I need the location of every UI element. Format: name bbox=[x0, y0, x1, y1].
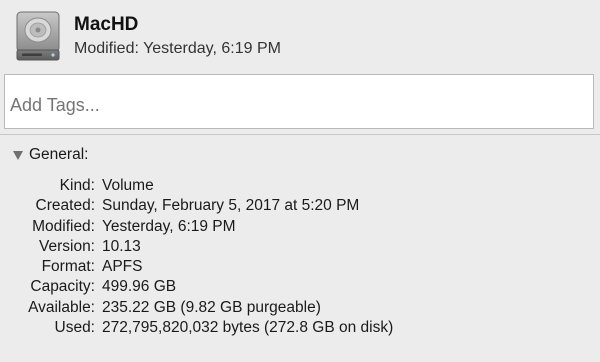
info-label: Modified: bbox=[32, 217, 95, 235]
volume-title: MacHD bbox=[74, 14, 139, 35]
info-row-created: Created: Sunday, February 5, 2017 at 5:20… bbox=[0, 196, 600, 216]
info-header: MacHD Modified: Yesterday, 6:19 PM bbox=[0, 0, 600, 70]
info-value: APFS bbox=[102, 258, 143, 276]
info-row-available: Available: 235.22 GB (9.82 GB purgeable) bbox=[0, 298, 600, 318]
info-row-modified: Modified: Yesterday, 6:19 PM bbox=[0, 217, 600, 237]
general-section-label: General: bbox=[29, 146, 89, 163]
info-row-capacity: Capacity: 499.96 GB bbox=[0, 277, 600, 297]
info-value: Yesterday, 6:19 PM bbox=[102, 217, 236, 235]
general-info-list: Kind: Volume Created: Sunday, February 5, … bbox=[0, 176, 600, 338]
hard-drive-icon bbox=[14, 10, 62, 62]
info-value: Sunday, February 5, 2017 at 5:20 PM bbox=[102, 197, 360, 215]
add-tags-input[interactable] bbox=[4, 74, 594, 129]
info-value: 10.13 bbox=[102, 237, 141, 255]
info-label: Capacity: bbox=[30, 278, 95, 296]
info-value: 272,795,820,032 bytes (272.8 GB on disk) bbox=[102, 319, 394, 337]
info-row-used: Used: 272,795,820,032 bytes (272.8 GB on … bbox=[0, 318, 600, 338]
info-row-format: Format: APFS bbox=[0, 257, 600, 277]
info-label: Available: bbox=[28, 298, 95, 316]
modified-subtitle: Modified: Yesterday, 6:19 PM bbox=[74, 40, 281, 57]
info-row-kind: Kind: Volume bbox=[0, 176, 600, 196]
info-value: 499.96 GB bbox=[102, 278, 177, 296]
info-value: Volume bbox=[102, 177, 154, 194]
info-row-version: Version: 10.13 bbox=[0, 237, 600, 257]
info-label: Version: bbox=[38, 237, 95, 255]
info-label: Format: bbox=[41, 258, 95, 276]
info-label: Created: bbox=[35, 197, 95, 215]
info-value: 235.22 GB (9.82 GB purgeable) bbox=[102, 298, 321, 316]
disclosure-triangle-icon[interactable] bbox=[13, 151, 23, 160]
general-section-toggle[interactable]: General: bbox=[13, 146, 88, 164]
info-label: Kind: bbox=[59, 177, 95, 194]
info-label: Used: bbox=[54, 319, 96, 337]
section-divider bbox=[0, 134, 600, 135]
